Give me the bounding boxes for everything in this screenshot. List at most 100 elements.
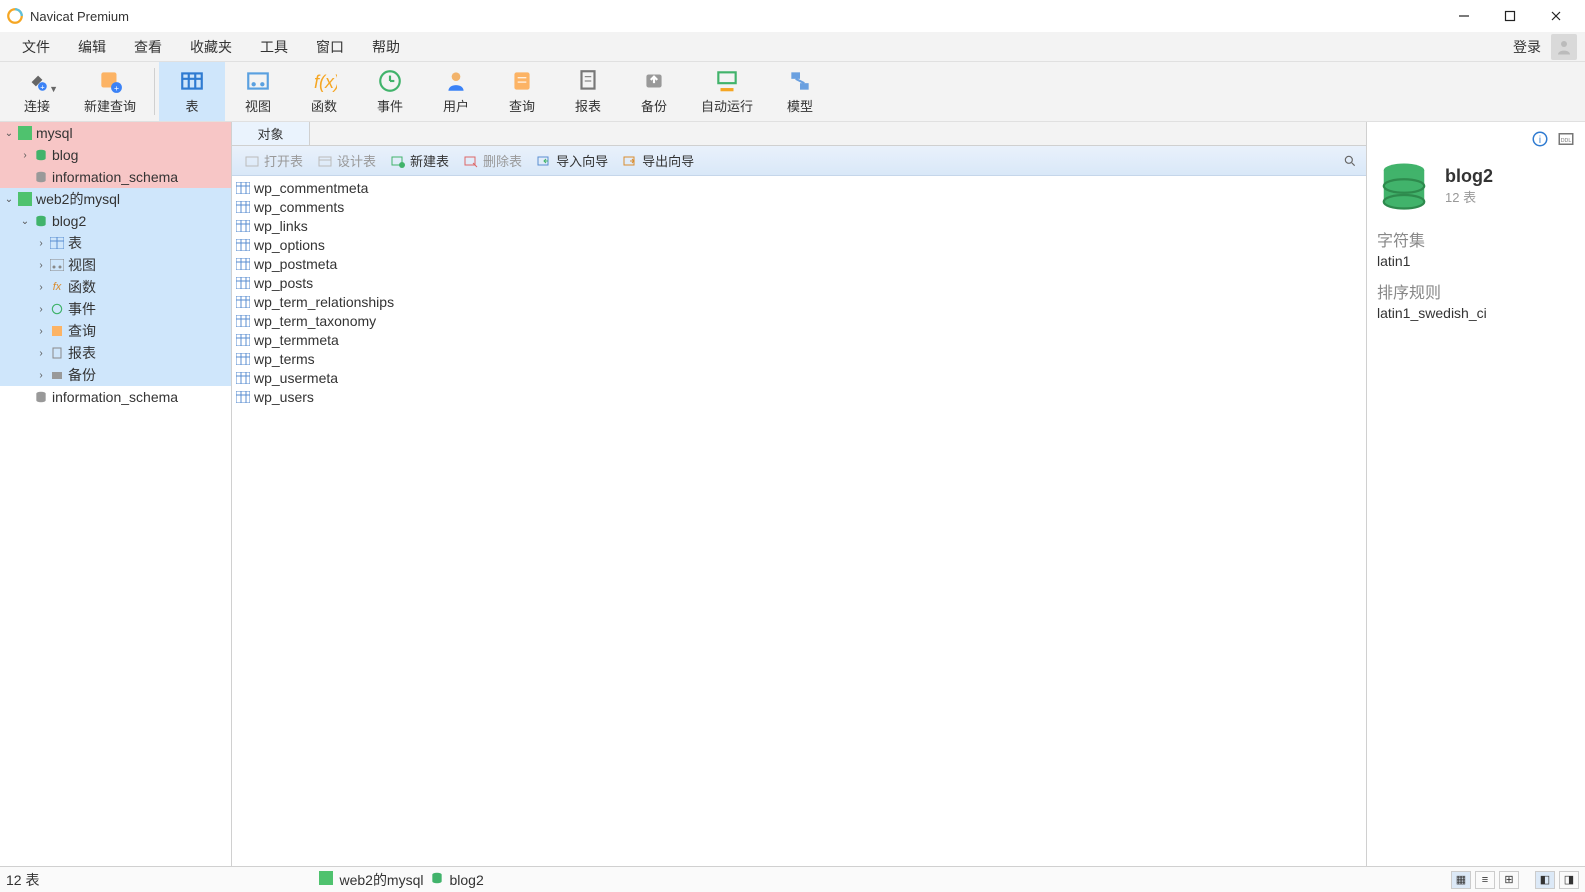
table-icon bbox=[236, 371, 252, 385]
menu-favorites[interactable]: 收藏夹 bbox=[176, 33, 246, 61]
mysql-conn-icon bbox=[16, 125, 34, 141]
charset-value: latin1 bbox=[1377, 253, 1575, 269]
dropdown-caret-icon: ▼ bbox=[49, 84, 58, 94]
table-name: wp_term_taxonomy bbox=[254, 313, 376, 329]
toolbar-report-label: 报表 bbox=[575, 96, 601, 115]
caret-down-icon: ⌄ bbox=[18, 216, 32, 227]
tree-node-query[interactable]: ›查询 bbox=[0, 320, 231, 342]
menu-help[interactable]: 帮助 bbox=[358, 33, 414, 61]
view-list-icon[interactable]: ≡ bbox=[1475, 871, 1495, 889]
tree-label: information_schema bbox=[52, 389, 178, 405]
table-row[interactable]: wp_links bbox=[232, 216, 1366, 235]
view-grid-icon[interactable]: ▦ bbox=[1451, 871, 1471, 889]
toolbar-query[interactable]: 查询 bbox=[489, 62, 555, 121]
table-row[interactable]: wp_term_taxonomy bbox=[232, 311, 1366, 330]
toolbar-table[interactable]: 表 bbox=[159, 62, 225, 121]
login-link[interactable]: 登录 bbox=[1507, 37, 1547, 57]
tree-label: mysql bbox=[36, 125, 73, 141]
connection-tree[interactable]: ⌄ mysql › blog information_schema ⌄ web2… bbox=[0, 122, 232, 866]
toolbar-report[interactable]: 报表 bbox=[555, 62, 621, 121]
maximize-button[interactable] bbox=[1487, 0, 1533, 32]
tree-node-function[interactable]: ›fx函数 bbox=[0, 276, 231, 298]
tree-db-blog[interactable]: › blog bbox=[0, 144, 231, 166]
toolbar-connect[interactable]: + ▼ 连接 bbox=[4, 62, 70, 121]
toolbar-backup[interactable]: 备份 bbox=[621, 62, 687, 121]
menu-view[interactable]: 查看 bbox=[120, 33, 176, 61]
tree-node-backup[interactable]: ›备份 bbox=[0, 364, 231, 386]
toolbar-new-query[interactable]: + 新建查询 bbox=[70, 62, 150, 121]
tree-db-infoschema2[interactable]: information_schema bbox=[0, 386, 231, 408]
import-wizard-button[interactable]: 导入向导 bbox=[530, 149, 614, 172]
menu-edit[interactable]: 编辑 bbox=[64, 33, 120, 61]
report-icon bbox=[575, 68, 601, 94]
menu-window[interactable]: 窗口 bbox=[302, 33, 358, 61]
tree-label: 备份 bbox=[68, 365, 96, 385]
import-icon bbox=[536, 153, 552, 169]
toolbar-event-label: 事件 bbox=[377, 96, 403, 115]
table-row[interactable]: wp_commentmeta bbox=[232, 178, 1366, 197]
open-table-button[interactable]: 打开表 bbox=[238, 149, 309, 172]
table-name: wp_postmeta bbox=[254, 256, 337, 272]
close-button[interactable] bbox=[1533, 0, 1579, 32]
tree-node-table[interactable]: ›表 bbox=[0, 232, 231, 254]
toolbar-view[interactable]: 视图 bbox=[225, 62, 291, 121]
tree-db-infoschema1[interactable]: information_schema bbox=[0, 166, 231, 188]
table-list[interactable]: wp_commentmetawp_commentswp_linkswp_opti… bbox=[232, 176, 1366, 866]
function-icon: f(x) bbox=[311, 68, 337, 94]
info-icon[interactable]: i bbox=[1531, 130, 1549, 151]
toolbar-model[interactable]: 模型 bbox=[767, 62, 833, 121]
table-row[interactable]: wp_terms bbox=[232, 349, 1366, 368]
charset-label: 字符集 bbox=[1377, 227, 1575, 251]
toolbar-user-label: 用户 bbox=[443, 96, 469, 115]
table-row[interactable]: wp_posts bbox=[232, 273, 1366, 292]
menu-file[interactable]: 文件 bbox=[8, 33, 64, 61]
tree-connection-web2[interactable]: ⌄ web2的mysql bbox=[0, 188, 231, 210]
body: ⌄ mysql › blog information_schema ⌄ web2… bbox=[0, 122, 1585, 866]
tree-db-blog2[interactable]: ⌄ blog2 bbox=[0, 210, 231, 232]
table-row[interactable]: wp_usermeta bbox=[232, 368, 1366, 387]
toolbar-user[interactable]: 用户 bbox=[423, 62, 489, 121]
database-icon bbox=[32, 213, 50, 229]
export-wizard-button[interactable]: 导出向导 bbox=[616, 149, 700, 172]
user-avatar-icon[interactable] bbox=[1551, 34, 1577, 60]
query-icon bbox=[509, 68, 535, 94]
ddl-icon[interactable]: DDL bbox=[1557, 130, 1575, 151]
info-panel: i DDL blog2 12 表 字符集 latin1 排序规则 latin1_… bbox=[1367, 122, 1585, 866]
caret-right-icon: › bbox=[18, 150, 32, 161]
design-table-button[interactable]: 设计表 bbox=[311, 149, 382, 172]
tree-node-view[interactable]: ›视图 bbox=[0, 254, 231, 276]
table-icon bbox=[236, 276, 252, 290]
panel-right-icon[interactable]: ◨ bbox=[1559, 871, 1579, 889]
table-name: wp_term_relationships bbox=[254, 294, 394, 310]
table-row[interactable]: wp_comments bbox=[232, 197, 1366, 216]
table-icon bbox=[236, 314, 252, 328]
table-row[interactable]: wp_users bbox=[232, 387, 1366, 406]
tree-connection-mysql[interactable]: ⌄ mysql bbox=[0, 122, 231, 144]
tree-node-event[interactable]: ›事件 bbox=[0, 298, 231, 320]
new-icon bbox=[390, 153, 406, 169]
minimize-button[interactable] bbox=[1441, 0, 1487, 32]
tree-label: 表 bbox=[68, 233, 82, 253]
delete-table-button[interactable]: 删除表 bbox=[457, 149, 528, 172]
view-detail-icon[interactable]: ⊞ bbox=[1499, 871, 1519, 889]
panel-left-icon[interactable]: ◧ bbox=[1535, 871, 1555, 889]
toolbar-event[interactable]: 事件 bbox=[357, 62, 423, 121]
view-mode-toggles: ▦ ≡ ⊞ ◧ ◨ bbox=[1451, 871, 1579, 889]
tree-node-report[interactable]: ›报表 bbox=[0, 342, 231, 364]
new-table-button[interactable]: 新建表 bbox=[384, 149, 455, 172]
search-icon[interactable] bbox=[1340, 151, 1360, 171]
tab-strip: 对象 bbox=[232, 122, 1366, 146]
table-row[interactable]: wp_term_relationships bbox=[232, 292, 1366, 311]
status-db: blog2 bbox=[450, 872, 484, 888]
table-row[interactable]: wp_termmeta bbox=[232, 330, 1366, 349]
database-icon bbox=[32, 147, 50, 163]
collation-label: 排序规则 bbox=[1377, 279, 1575, 303]
toolbar-function[interactable]: f(x) 函数 bbox=[291, 62, 357, 121]
table-row[interactable]: wp_postmeta bbox=[232, 254, 1366, 273]
table-icon bbox=[236, 238, 252, 252]
toolbar-autorun[interactable]: 自动运行 bbox=[687, 62, 767, 121]
menu-tools[interactable]: 工具 bbox=[246, 33, 302, 61]
table-row[interactable]: wp_options bbox=[232, 235, 1366, 254]
tab-object[interactable]: 对象 bbox=[232, 122, 310, 145]
database-name: blog2 bbox=[1445, 166, 1493, 187]
